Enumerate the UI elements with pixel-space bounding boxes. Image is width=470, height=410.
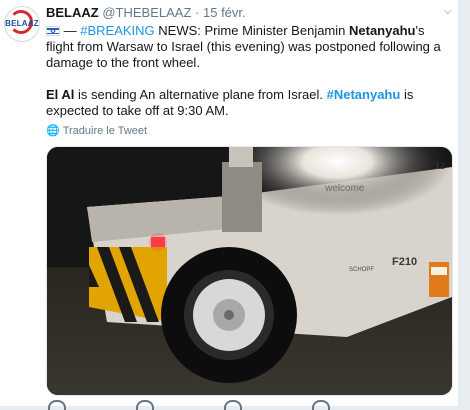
handle[interactable]: @THEBELAAZ <box>102 5 191 20</box>
photo-of-aircraft-front-wheel-on-tug: welcome F210 SCHOPF 12 <box>47 147 452 395</box>
avatar[interactable]: BELAAZ <box>4 6 40 42</box>
hashtag-breaking-link[interactable]: #BREAKING <box>80 23 154 38</box>
share-icon[interactable] <box>312 400 330 410</box>
chevron-down-icon[interactable]: ⌵ <box>444 6 452 17</box>
text-part-3: is sending An alternative plane from Isr… <box>74 87 327 102</box>
tweet-card[interactable]: BELAAZ BELAAZ @THEBELAAZ · 15 févr. ⌵ — … <box>0 0 459 410</box>
display-name[interactable]: BELAAZ <box>46 5 99 20</box>
translate-tweet-link[interactable]: 🌐 Traduire le Tweet <box>46 124 147 137</box>
tweet-header: BELAAZ @THEBELAAZ · 15 févr. <box>46 5 246 20</box>
tug-welcome-text: welcome <box>324 183 365 194</box>
translate-label: Traduire le Tweet <box>62 125 148 137</box>
tug-code-text: F210 <box>392 256 417 268</box>
like-icon[interactable] <box>224 400 242 410</box>
retweet-icon[interactable] <box>136 400 154 410</box>
tweet-media-photo[interactable]: welcome F210 SCHOPF 12 <box>46 146 453 396</box>
text-part-1: NEWS: Prime Minister Benjamin <box>154 23 349 38</box>
reply-icon[interactable] <box>48 400 66 410</box>
avatar-logo-text: BELAAZ <box>5 19 39 28</box>
tug-number-text: 12 <box>435 161 445 171</box>
israel-flag-icon <box>46 26 60 36</box>
separator-dot: · <box>195 5 200 20</box>
tweet-text: — #BREAKING NEWS: Prime Minister Benjami… <box>46 23 446 119</box>
el-al-text: El Al <box>46 87 75 102</box>
tweet-paragraph-2: El Al is sending An alternative plane fr… <box>46 87 446 119</box>
hashtag-netanyahu-link[interactable]: #Netanyahu <box>327 87 401 102</box>
dash-text: — <box>63 23 77 38</box>
tweet-date[interactable]: 15 févr. <box>203 5 246 20</box>
globe-icon: 🌐 <box>46 125 60 137</box>
tweet-actions <box>46 400 426 410</box>
name-netanyahu: Netanyahu <box>349 23 416 38</box>
tug-brand-text: SCHOPF <box>349 267 374 273</box>
